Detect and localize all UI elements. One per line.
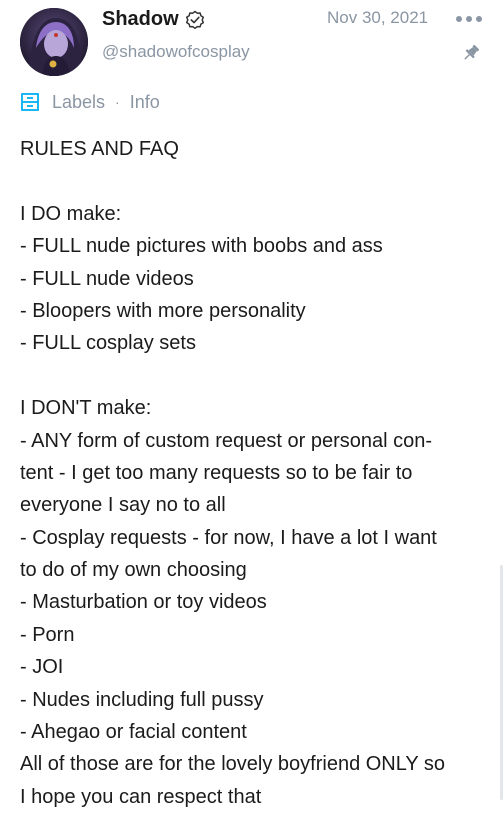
- info-link[interactable]: Info: [130, 92, 160, 113]
- labels-icon[interactable]: [20, 92, 40, 112]
- post-body-line: tent - I get too many requests so to be …: [20, 461, 413, 484]
- post-body-line: - Porn: [20, 623, 75, 646]
- post-body-line: RULES AND FAQ: [20, 138, 179, 160]
- author-name-row[interactable]: Shadow: [102, 8, 205, 31]
- post-body-line: - JOI: [20, 656, 64, 679]
- post-body-line: I DO make:: [20, 202, 122, 225]
- labels-link[interactable]: Labels: [52, 92, 105, 113]
- post-body-line: [20, 165, 490, 197]
- post-body-line: - FULL cosplay sets: [20, 332, 196, 355]
- post-body-line: - FULL nude pictures with boobs and ass: [20, 235, 383, 258]
- post-body-line: to do of my own choosing: [20, 559, 247, 582]
- post-body-line: - Nudes including full pussy: [20, 688, 264, 711]
- verified-badge-icon: [185, 10, 204, 29]
- author-name[interactable]: Shadow: [102, 8, 179, 31]
- labels-separator: ·: [115, 94, 120, 110]
- post-body-line: I hope you can respect that: [20, 785, 262, 808]
- post-body: RULES AND FAQ I DO make: - FULL nude pic…: [20, 133, 490, 813]
- post-body-line: - Ahegao or facial content: [20, 721, 247, 744]
- post-body-line: - FULL nude videos: [20, 267, 194, 290]
- post-body-line: - Cosplay requests - for now, I have a l…: [20, 526, 437, 549]
- labels-row: Labels · Info: [20, 90, 160, 114]
- post-body-line: I DON'T make:: [20, 397, 152, 420]
- post-body-line: - Bloopers with more personality: [20, 299, 306, 322]
- post-card: Shadow @shadowofcosplay Nov 30, 2021 Lab…: [0, 0, 503, 808]
- author-handle[interactable]: @shadowofcosplay: [102, 42, 250, 62]
- post-body-line: All of those are for the lovely boyfrien…: [20, 753, 446, 776]
- more-dots-icon[interactable]: [455, 14, 483, 24]
- pin-icon: [464, 44, 480, 60]
- avatar[interactable]: [20, 8, 88, 76]
- post-body-line: [20, 360, 490, 392]
- post-body-line: everyone I say no to all: [20, 494, 226, 517]
- avatar-photo: [20, 8, 88, 76]
- post-date: Nov 30, 2021: [327, 8, 429, 27]
- post-body-line: - ANY form of custom request or personal…: [20, 429, 433, 452]
- post-body-line: - Masturbation or toy videos: [20, 591, 267, 614]
